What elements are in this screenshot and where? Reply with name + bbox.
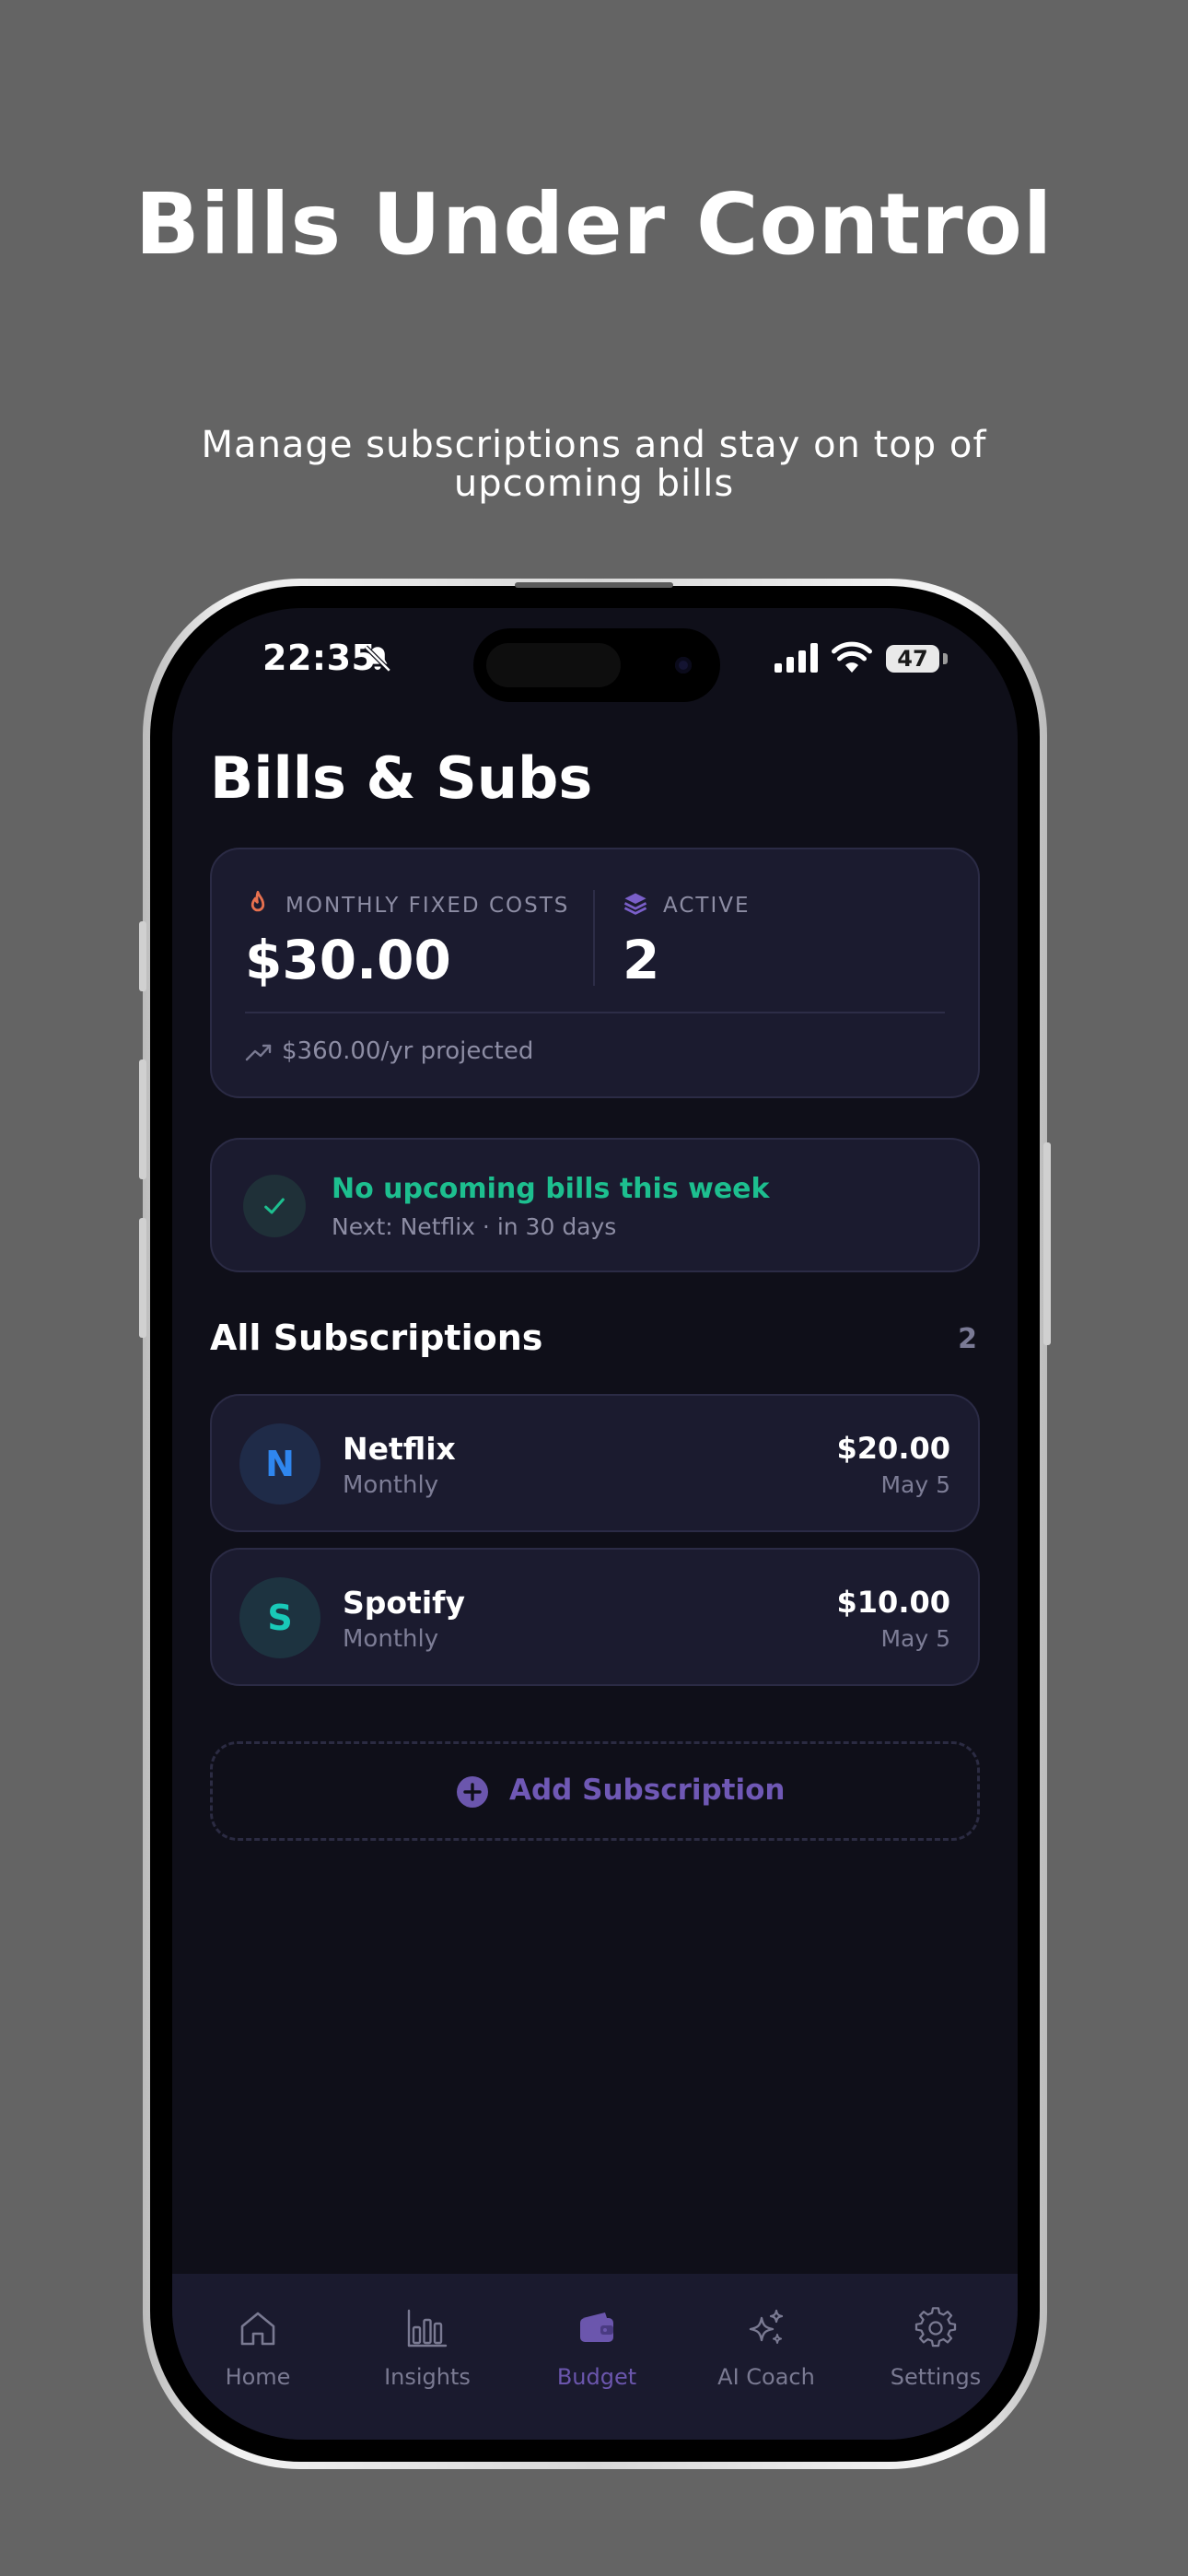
- section-title: All Subscriptions: [210, 1317, 543, 1358]
- page-title: Bills & Subs: [210, 744, 593, 812]
- tab-label: Budget: [556, 2364, 637, 2390]
- active-count: 2: [623, 929, 660, 991]
- add-subscription-button[interactable]: Add Subscription: [210, 1741, 980, 1841]
- fixed-costs-card: MONTHLY FIXED COSTS $30.00 ACTIVE 2 $360…: [210, 848, 980, 1098]
- tab-settings[interactable]: Settings: [851, 2274, 1018, 2440]
- battery-icon: 47: [886, 645, 939, 673]
- island-camera: [675, 657, 692, 673]
- subscription-name: Spotify: [343, 1585, 466, 1621]
- dynamic-island: [473, 628, 720, 702]
- subscription-amount: $20.00: [836, 1431, 950, 1466]
- tab-ai-coach[interactable]: AI Coach: [681, 2274, 851, 2440]
- phone-screen: 22:35 47 Bills & Subs MONTHLY FIXED COST…: [172, 608, 1018, 2440]
- status-time: 22:35: [262, 638, 377, 678]
- phone-top-speaker: [515, 582, 673, 588]
- home-icon: [240, 2312, 275, 2346]
- tab-bar: Home Insights Budget AI Coach Settings: [172, 2274, 1018, 2440]
- phone-mute-switch: [139, 921, 146, 991]
- plus-circle-icon: [457, 1776, 488, 1808]
- subscription-cycle: Monthly: [343, 1625, 439, 1653]
- layers-icon: [623, 893, 647, 915]
- sparkles-icon: [749, 2309, 784, 2344]
- tab-label: AI Coach: [717, 2364, 815, 2390]
- bar-chart-icon: [407, 2309, 448, 2348]
- upcoming-title: No upcoming bills this week: [332, 1173, 770, 1205]
- upcoming-bills-card[interactable]: No upcoming bills this week Next: Netfli…: [210, 1138, 980, 1272]
- subscription-item-spotify[interactable]: S Spotify Monthly $10.00 May 5: [210, 1548, 980, 1686]
- phone-power-button: [1043, 1142, 1051, 1345]
- phone-volume-down: [139, 1218, 146, 1338]
- phone-volume-up: [139, 1060, 146, 1179]
- projected-yearly: $360.00/yr projected: [282, 1037, 534, 1065]
- island-sensor: [486, 643, 621, 687]
- tab-label: Settings: [890, 2364, 982, 2390]
- check-icon: [264, 1198, 285, 1214]
- subscription-count: 2: [958, 1323, 977, 1355]
- battery-cap: [943, 653, 948, 664]
- fixed-costs-label: MONTHLY FIXED COSTS: [285, 894, 570, 918]
- tab-insights[interactable]: Insights: [343, 2274, 512, 2440]
- subscription-date: May 5: [880, 1625, 950, 1652]
- gear-icon: [914, 2307, 957, 2348]
- tab-label: Insights: [384, 2364, 471, 2390]
- signal-icon: [775, 643, 818, 673]
- trending-up-icon: [245, 1044, 272, 1061]
- active-label: ACTIVE: [663, 894, 751, 918]
- promo-title: Bills Under Control: [134, 175, 1054, 274]
- subscription-cycle: Monthly: [343, 1471, 439, 1499]
- upcoming-next: Next: Netflix · in 30 days: [332, 1213, 617, 1240]
- wifi-icon: [832, 641, 872, 673]
- subscription-date: May 5: [880, 1471, 950, 1498]
- avatar: N: [239, 1423, 320, 1505]
- subscription-name: Netflix: [343, 1431, 456, 1467]
- promo-subtitle: Manage subscriptions and stay on top of …: [201, 424, 987, 505]
- subscription-amount: $10.00: [836, 1585, 950, 1620]
- check-badge: [243, 1175, 306, 1237]
- tab-label: Home: [225, 2364, 291, 2390]
- wallet-icon: [580, 2313, 613, 2342]
- stats-separator: [245, 1012, 945, 1013]
- flame-icon: [250, 890, 265, 912]
- bell-slash-icon: [364, 645, 391, 673]
- add-subscription-label: Add Subscription: [509, 1774, 786, 1807]
- tab-home[interactable]: Home: [173, 2274, 343, 2440]
- avatar: S: [239, 1577, 320, 1658]
- subscription-item-netflix[interactable]: N Netflix Monthly $20.00 May 5: [210, 1394, 980, 1532]
- fixed-costs-value: $30.00: [245, 929, 451, 991]
- tab-budget[interactable]: Budget: [512, 2274, 681, 2440]
- stats-divider: [593, 890, 595, 986]
